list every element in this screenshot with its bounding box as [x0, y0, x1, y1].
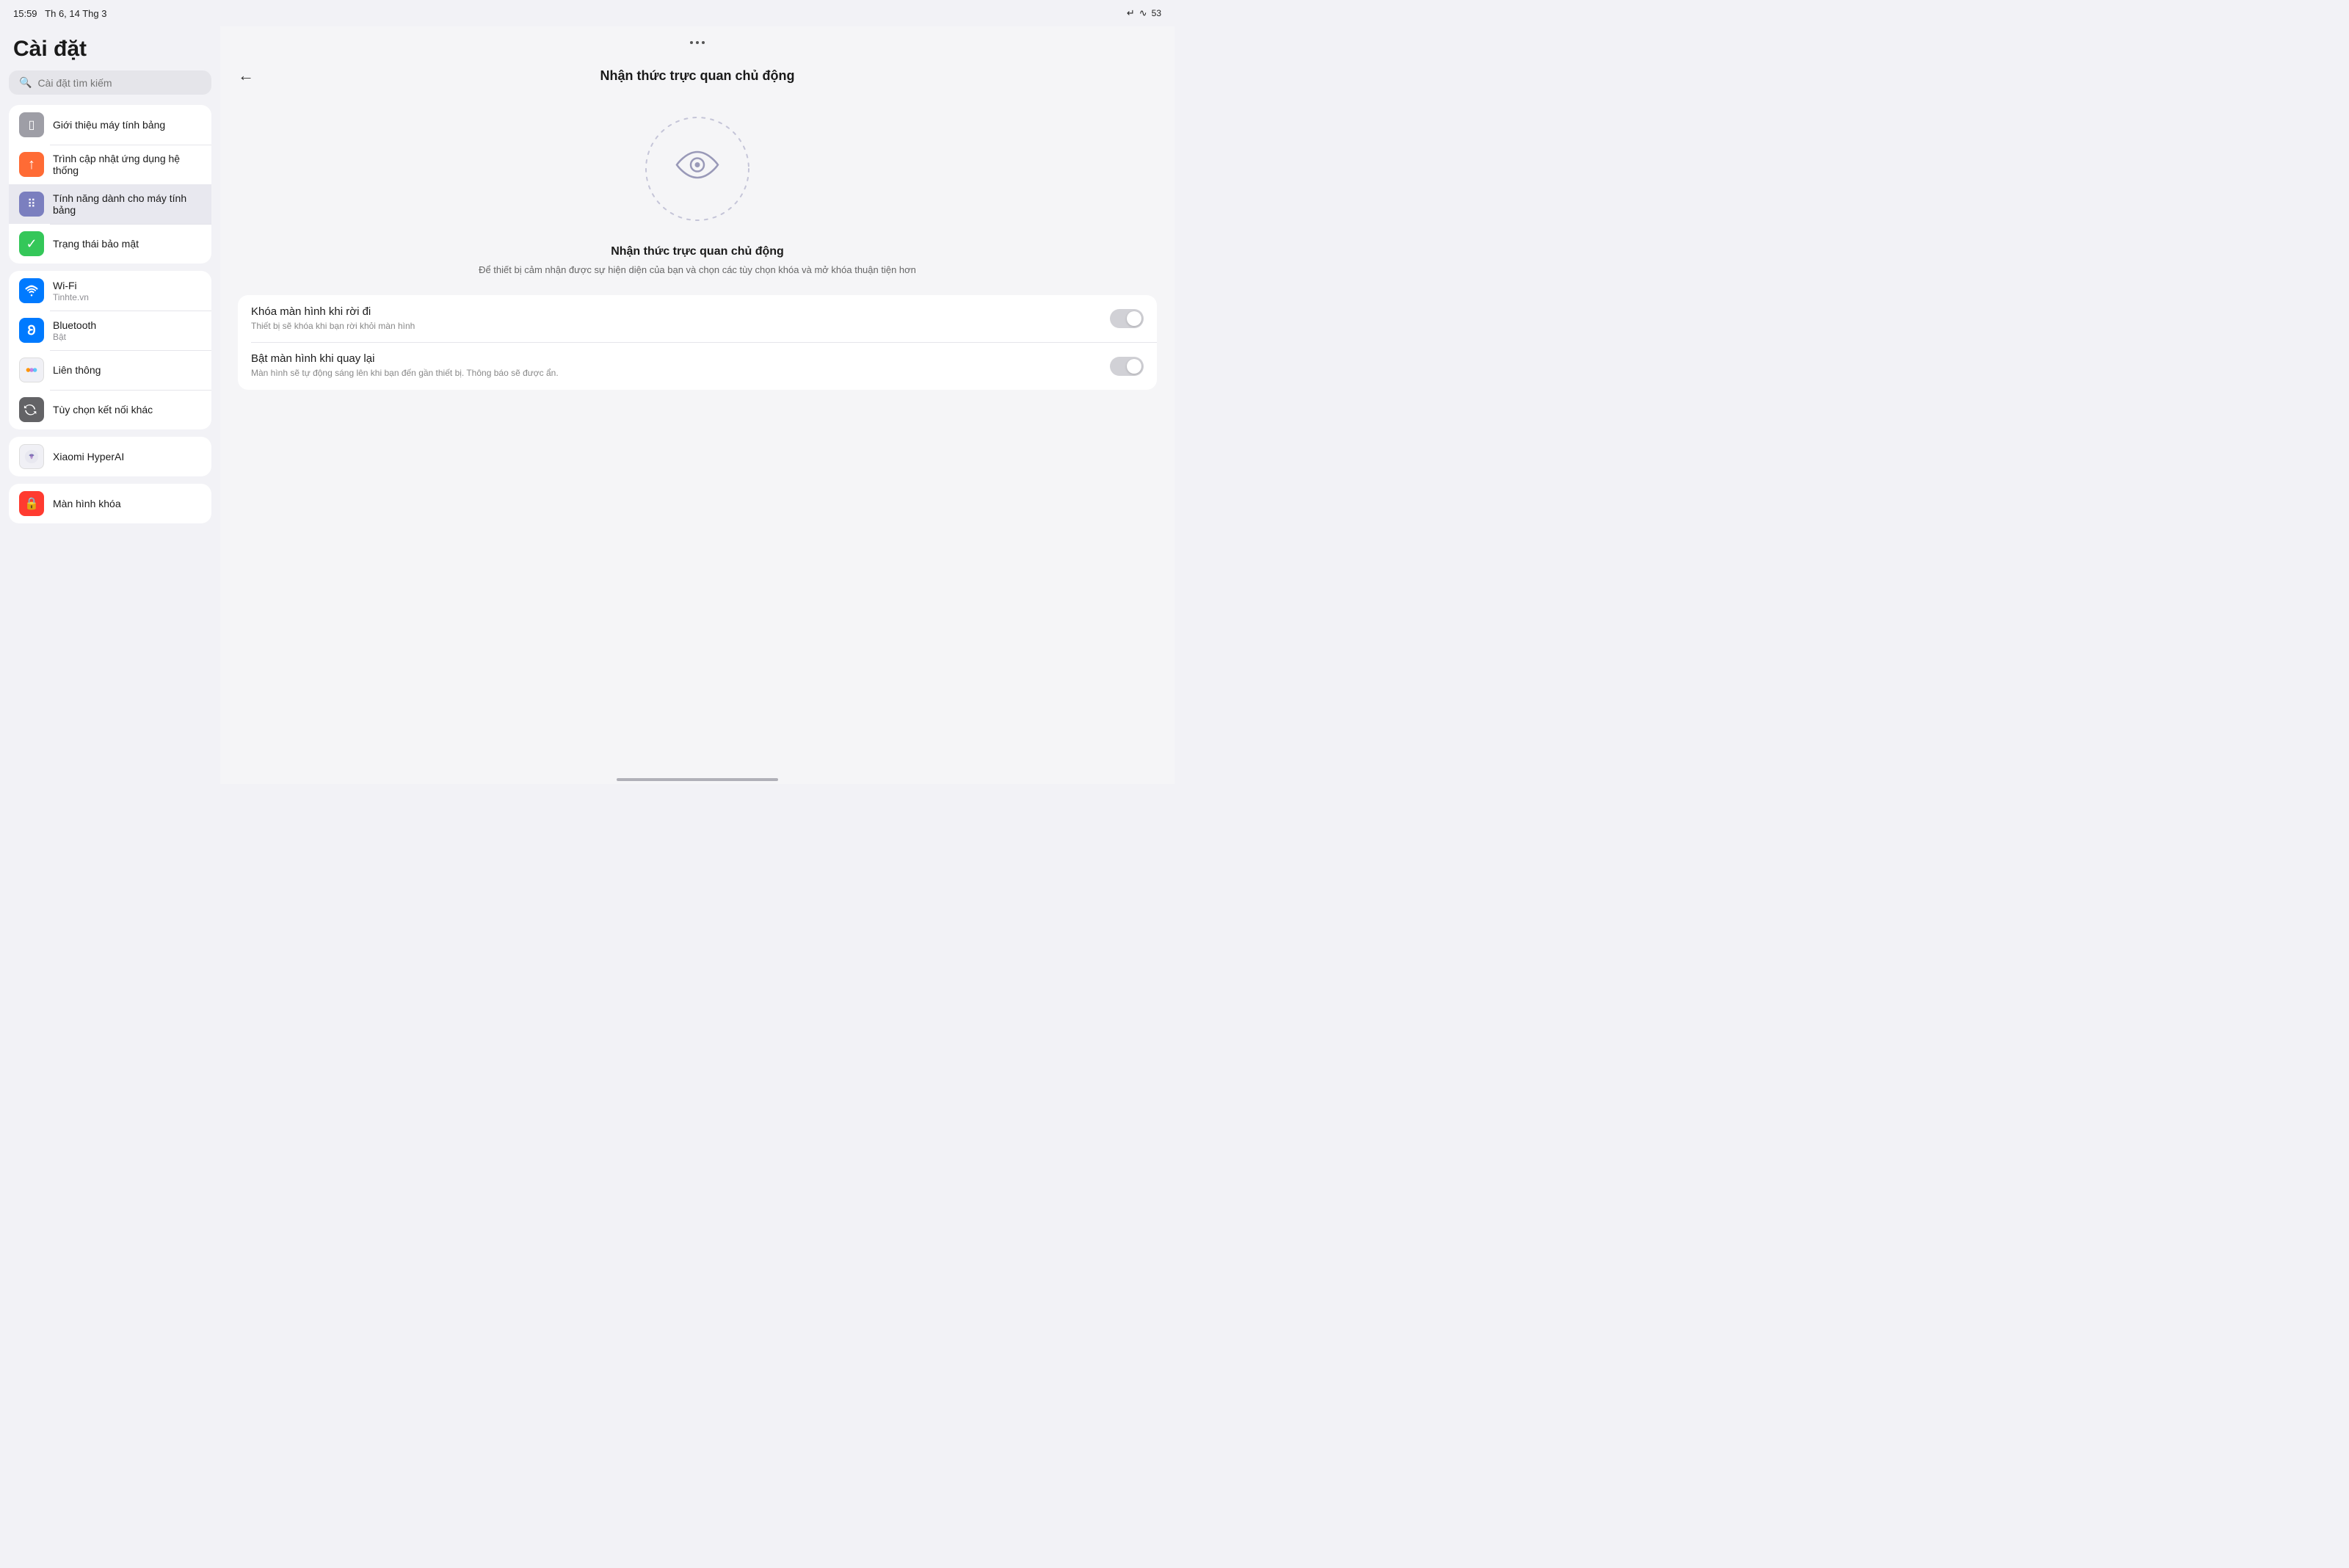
update-label: Trình cập nhật ứng dụng hệ thống — [53, 153, 201, 176]
sidebar-item-other-connect[interactable]: Tùy chọn kết nối khác — [9, 390, 211, 429]
lock-toggle-label: Khóa màn hình khi rời đi — [251, 305, 1100, 318]
lock-toggle-switch[interactable] — [1110, 309, 1144, 328]
wifi-icon — [19, 278, 44, 303]
wifi-sublabel: Tinhte.vn — [53, 292, 201, 302]
sidebar-item-intro[interactable]: ▯ Giới thiệu máy tính bảng — [9, 105, 211, 145]
toggle-row-wake: Bật màn hình khi quay lại Màn hình sẽ tự… — [238, 342, 1157, 390]
settings-group-2: Wi-Fi Tinhte.vn 𐐂 Bluetooth Bật — [9, 271, 211, 429]
right-content: ← Nhận thức trực quan chủ động — [220, 59, 1174, 775]
search-input[interactable] — [37, 77, 201, 89]
eye-container — [639, 110, 756, 228]
eye-illustration — [220, 95, 1174, 245]
intro-label: Giới thiệu máy tính bảng — [53, 119, 201, 131]
update-icon: ↑ — [19, 152, 44, 177]
intro-icon: ▯ — [19, 112, 44, 137]
security-label: Trạng thái bảo mật — [53, 238, 201, 250]
sidebar-item-lockscreen[interactable]: 🔒 Màn hình khóa — [9, 484, 211, 523]
bluetooth-label: Bluetooth — [53, 319, 201, 331]
right-panel: ← Nhận thức trực quan chủ động — [220, 26, 1174, 784]
date: Th 6, 14 Thg 3 — [45, 8, 106, 19]
sidebar-item-tablet-features[interactable]: ⠿ Tính năng dành cho máy tính bảng — [9, 184, 211, 224]
settings-group-3: Xiaomi HyperAI — [9, 437, 211, 476]
scroll-bar — [617, 778, 778, 781]
lockscreen-label: Màn hình khóa — [53, 498, 201, 509]
other-connect-icon — [19, 397, 44, 422]
tablet-label: Tính năng dành cho máy tính bảng — [53, 192, 201, 216]
settings-group-1: ▯ Giới thiệu máy tính bảng ↑ Trình cập n… — [9, 105, 211, 264]
dot-1 — [690, 41, 693, 44]
status-time-date: 15:59 Th 6, 14 Thg 3 — [13, 8, 106, 19]
sidebar-item-update[interactable]: ↑ Trình cập nhật ứng dụng hệ thống — [9, 145, 211, 184]
back-button[interactable]: ← — [238, 66, 254, 85]
battery-status: 53 — [1152, 8, 1161, 18]
dot-2 — [696, 41, 699, 44]
wake-toggle-switch[interactable] — [1110, 357, 1144, 376]
wake-toggle-label: Bật màn hình khi quay lại — [251, 352, 1100, 365]
status-bar: 15:59 Th 6, 14 Thg 3 ↵ ∿ 53 — [0, 0, 1174, 26]
search-bar[interactable]: 🔍 — [9, 70, 211, 95]
scroll-indicator — [220, 775, 1174, 784]
lock-toggle-desc: Thiết bị sẽ khóa khi bạn rời khỏi màn hì… — [251, 320, 1100, 333]
topbar-dots — [690, 41, 705, 44]
sidebar-item-lien-thong[interactable]: Liên thông — [9, 350, 211, 390]
status-icons: ↵ ∿ 53 — [1127, 7, 1161, 19]
eye-icon — [675, 147, 719, 191]
right-header: ← Nhận thức trực quan chủ động — [220, 59, 1174, 95]
bluetooth-icon: 𐐂 — [19, 318, 44, 343]
sidebar-item-wifi[interactable]: Wi-Fi Tinhte.vn — [9, 271, 211, 311]
main-layout: Cài đặt 🔍 ▯ Giới thiệu máy tính bảng ↑ T… — [0, 26, 1174, 784]
sidebar-item-bluetooth[interactable]: 𐐂 Bluetooth Bật — [9, 311, 211, 350]
wake-toggle-desc: Màn hình sẽ tự động sáng lên khi bạn đến… — [251, 367, 1100, 380]
bluetooth-status-icon: ↵ — [1127, 7, 1135, 19]
toggle-section: Khóa màn hình khi rời đi Thiết bị sẽ khó… — [238, 295, 1157, 391]
toggle-row-lock: Khóa màn hình khi rời đi Thiết bị sẽ khó… — [238, 295, 1157, 343]
sidebar-item-security[interactable]: ✓ Trạng thái bảo mật — [9, 224, 211, 264]
settings-group-4: 🔒 Màn hình khóa — [9, 484, 211, 523]
hyperai-icon — [19, 444, 44, 469]
left-panel: Cài đặt 🔍 ▯ Giới thiệu máy tính bảng ↑ T… — [0, 26, 220, 784]
wifi-status-icon: ∿ — [1139, 7, 1147, 19]
time: 15:59 — [13, 8, 37, 19]
sidebar-item-hyperai[interactable]: Xiaomi HyperAI — [9, 437, 211, 476]
lockscreen-icon: 🔒 — [19, 491, 44, 516]
other-connect-label: Tùy chọn kết nối khác — [53, 404, 201, 415]
bluetooth-sublabel: Bật — [53, 332, 201, 342]
search-icon: 🔍 — [19, 76, 32, 89]
feature-subtitle: Để thiết bị cảm nhận được sự hiện diện c… — [264, 263, 1130, 277]
wifi-label: Wi-Fi — [53, 280, 201, 291]
feature-description: Nhận thức trực quan chủ động Để thiết bị… — [220, 245, 1174, 295]
lien-thong-icon — [19, 357, 44, 382]
right-title: Nhận thức trực quan chủ động — [266, 68, 1129, 84]
topbar — [220, 26, 1174, 59]
lien-thong-label: Liên thông — [53, 364, 201, 376]
feature-title: Nhận thức trực quan chủ động — [264, 245, 1130, 258]
settings-title: Cài đặt — [9, 37, 211, 62]
dot-3 — [702, 41, 705, 44]
security-icon: ✓ — [19, 231, 44, 256]
tablet-icon: ⠿ — [19, 192, 44, 217]
hyperai-label: Xiaomi HyperAI — [53, 451, 201, 462]
